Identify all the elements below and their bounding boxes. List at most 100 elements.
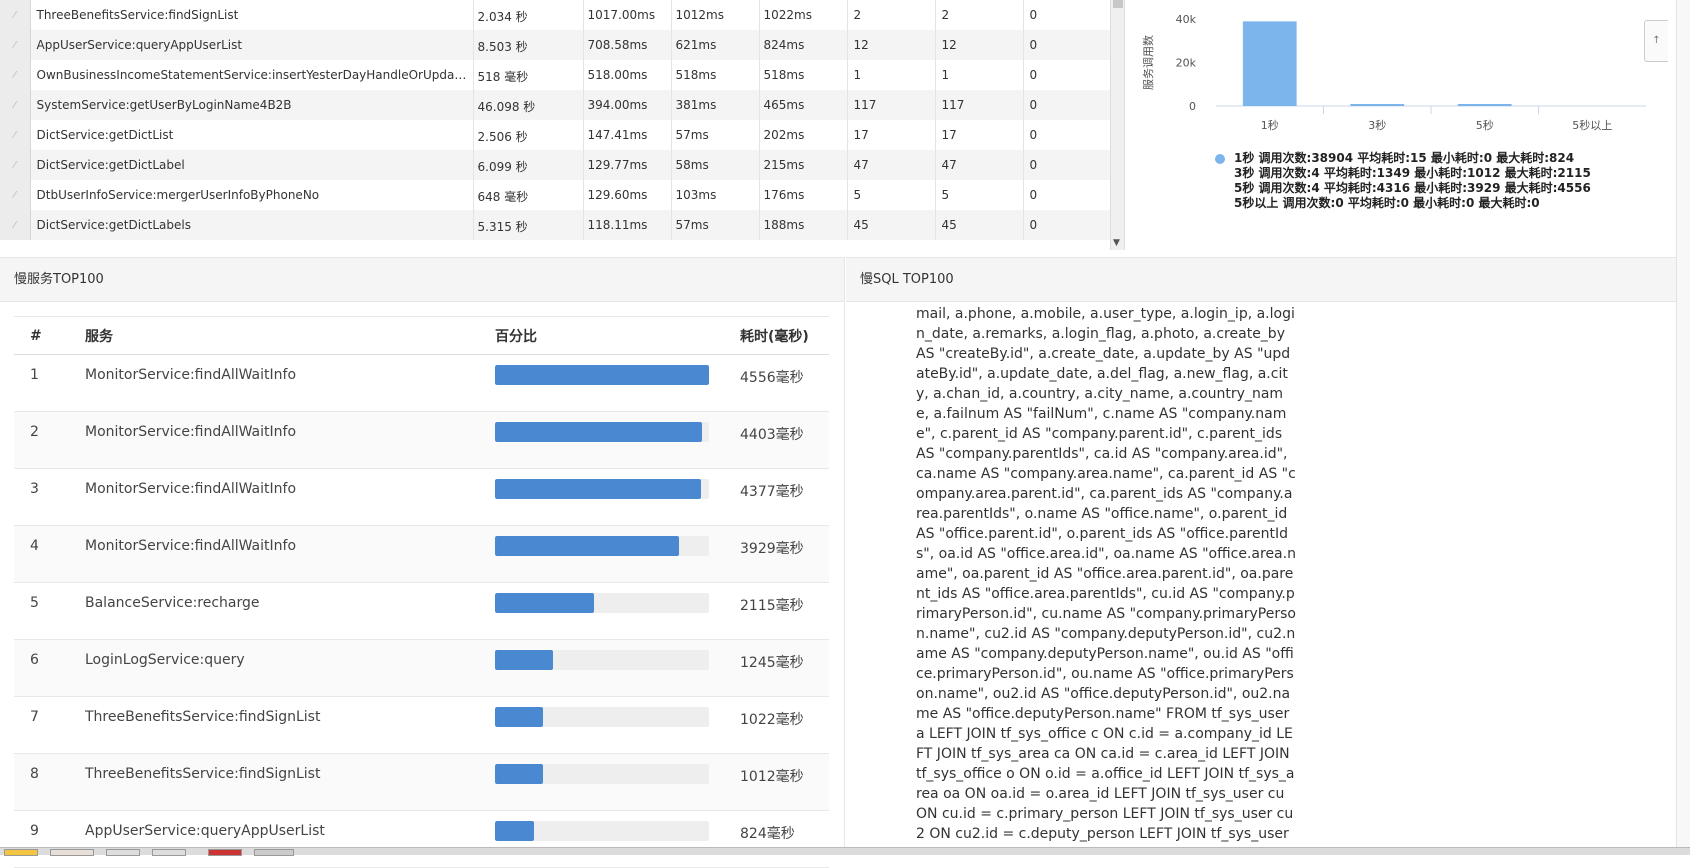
service-name-cell: AppUserService:queryAppUserList bbox=[30, 30, 474, 60]
table-row[interactable]: 5 BalanceService:recharge 2115毫秒 bbox=[14, 582, 829, 640]
row-select-checkbox[interactable]: ⁄ bbox=[0, 150, 31, 180]
table-row[interactable]: ⁄ DictService:getDictList 2.506 秒 147.41ms 5… bbox=[0, 120, 1112, 150]
rank-cell: 3 bbox=[14, 468, 69, 526]
histogram-bar[interactable] bbox=[1350, 104, 1405, 106]
table-row[interactable]: 4 MonitorService:findAllWaitInfo 3929毫秒 bbox=[14, 525, 829, 583]
avg-time-cell: 518.00ms bbox=[583, 60, 672, 90]
max-time-cell: 465ms bbox=[759, 90, 848, 120]
fail-count-cell: 0 bbox=[1023, 150, 1112, 180]
rank-cell: 2 bbox=[14, 411, 69, 469]
success-count-cell: 5 bbox=[935, 180, 1024, 210]
service-name-cell: LoginLogService:query bbox=[69, 639, 479, 697]
max-time-cell: 1022ms bbox=[759, 0, 848, 30]
row-select-checkbox[interactable]: ⁄ bbox=[0, 30, 31, 60]
percent-bar-fill bbox=[495, 707, 543, 727]
percent-bar-fill bbox=[495, 536, 680, 556]
max-time-cell: 202ms bbox=[759, 120, 848, 150]
row-select-checkbox[interactable]: ⁄ bbox=[0, 120, 31, 150]
percent-bar-fill bbox=[495, 479, 701, 499]
row-select-checkbox[interactable]: ⁄ bbox=[0, 0, 31, 30]
avg-time-cell: 1017.00ms bbox=[583, 0, 672, 30]
table-row[interactable]: ⁄ DtbUserInfoService:mergerUserInfoByPhon… bbox=[0, 180, 1112, 210]
table-row[interactable]: 1 MonitorService:findAllWaitInfo 4556毫秒 bbox=[14, 354, 829, 412]
percent-cell bbox=[479, 582, 724, 640]
response-time-histogram: 40k 20k 0 服务调用数 1秒 3秒 5秒 5秒以上 ↑ bbox=[1128, 0, 1668, 250]
histogram-bar[interactable] bbox=[1242, 21, 1297, 106]
slow-service-panel: 慢服务TOP100 # 服务 百分比 耗时(毫秒) 1 MonitorServic… bbox=[0, 257, 845, 868]
table-row[interactable]: ⁄ AppUserService:queryAppUserList 8.503 秒7… bbox=[0, 30, 1112, 60]
success-count-cell: 2 bbox=[935, 0, 1024, 30]
x-tick-label: 3秒 bbox=[1368, 118, 1386, 132]
scrollbar-thumb[interactable] bbox=[1113, 0, 1123, 8]
call-count-cell: 2 bbox=[847, 0, 936, 30]
percent-bar-fill bbox=[495, 365, 709, 385]
service-name-cell: OwnBusinessIncomeStatementService:insert… bbox=[30, 60, 474, 90]
percent-bar-track bbox=[495, 365, 709, 385]
fail-count-cell: 0 bbox=[1023, 180, 1112, 210]
page-scrollbar[interactable] bbox=[1676, 0, 1690, 847]
legend-dot-icon bbox=[1215, 154, 1225, 164]
table-row[interactable]: ⁄ SystemService:getUserByLoginName4B2B 46.… bbox=[0, 90, 1112, 120]
table-row[interactable]: 3 MonitorService:findAllWaitInfo 4377毫秒 bbox=[14, 468, 829, 526]
y-tick-label: 0 bbox=[1189, 100, 1196, 113]
service-name-cell: ThreeBenefitsService:findSignList bbox=[69, 696, 479, 754]
service-name-cell: ThreeBenefitsService:findSignList bbox=[69, 753, 479, 811]
table-row[interactable]: 7 ThreeBenefitsService:findSignList 1022毫秒 bbox=[14, 696, 829, 754]
rank-cell: 5 bbox=[14, 582, 69, 640]
percent-cell bbox=[479, 354, 724, 412]
avg-time-cell: 147.41ms bbox=[583, 120, 672, 150]
table-row[interactable]: 2 MonitorService:findAllWaitInfo 4403毫秒 bbox=[14, 411, 829, 469]
avg-time-cell: 394.00ms bbox=[583, 90, 672, 120]
scroll-down-arrow-icon[interactable]: ▼ bbox=[1113, 238, 1120, 248]
table-scrollbar[interactable]: ▼ bbox=[1110, 0, 1124, 250]
table-row[interactable]: 9 AppUserService:queryAppUserList 824毫秒 bbox=[14, 810, 829, 868]
legend-label: 5秒以上 调用次数:0 平均耗时:0 最小耗时:0 最大耗时:0 bbox=[1234, 196, 1540, 210]
fail-count-cell: 0 bbox=[1023, 30, 1112, 60]
legend-item[interactable]: 5秒 调用次数:4 平均耗时:4316 最小耗时:3929 最大耗时:4556 bbox=[1210, 181, 1591, 196]
min-time-cell: 381ms bbox=[671, 90, 760, 120]
service-name-cell: DictService:getDictList bbox=[30, 120, 474, 150]
duration-cell: 1022毫秒 bbox=[724, 696, 829, 754]
percent-cell bbox=[479, 411, 724, 469]
service-name-cell: DtbUserInfoService:mergerUserInfoByPhone… bbox=[30, 180, 474, 210]
legend-item[interactable]: 5秒以上 调用次数:0 平均耗时:0 最小耗时:0 最大耗时:0 bbox=[1210, 196, 1591, 211]
service-name-cell: AppUserService:queryAppUserList bbox=[69, 810, 479, 868]
legend-label: 3秒 调用次数:4 平均耗时:1349 最小耗时:1012 最大耗时:2115 bbox=[1234, 166, 1591, 180]
avg-time-cell: 708.58ms bbox=[583, 30, 672, 60]
duration-cell: 2115毫秒 bbox=[724, 582, 829, 640]
rank-cell: 7 bbox=[14, 696, 69, 754]
service-name-cell: BalanceService:recharge bbox=[69, 582, 479, 640]
col-num-header: # bbox=[14, 316, 69, 355]
percent-bar-fill bbox=[495, 650, 554, 670]
chart-menu-button[interactable]: ↑ bbox=[1644, 20, 1668, 62]
total-time-cell: 5.315 秒 bbox=[473, 210, 584, 240]
success-count-cell: 47 bbox=[935, 150, 1024, 180]
legend-item[interactable]: 1秒 调用次数:38904 平均耗时:15 最小耗时:0 最大耗时:824 bbox=[1210, 151, 1591, 166]
service-name-cell: MonitorService:findAllWaitInfo bbox=[69, 525, 479, 583]
row-select-checkbox[interactable]: ⁄ bbox=[0, 210, 31, 240]
table-row[interactable]: ⁄ DictService:getDictLabel 6.099 秒 129.77ms… bbox=[0, 150, 1112, 180]
legend-item[interactable]: 3秒 调用次数:4 平均耗时:1349 最小耗时:1012 最大耗时:2115 bbox=[1210, 166, 1591, 181]
x-tick-label: 5秒以上 bbox=[1572, 118, 1612, 132]
success-count-cell: 12 bbox=[935, 30, 1024, 60]
fail-count-cell: 0 bbox=[1023, 120, 1112, 150]
duration-cell: 4377毫秒 bbox=[724, 468, 829, 526]
table-row[interactable]: ⁄ OwnBusinessIncomeStatementService:inser… bbox=[0, 60, 1112, 90]
table-row[interactable]: ⁄ DictService:getDictLabels 5.315 秒 118.11m… bbox=[0, 210, 1112, 240]
service-name-cell: MonitorService:findAllWaitInfo bbox=[69, 468, 479, 526]
service-name-cell: DictService:getDictLabel bbox=[30, 150, 474, 180]
row-select-checkbox[interactable]: ⁄ bbox=[0, 180, 31, 210]
percent-bar-fill bbox=[495, 422, 702, 442]
total-time-cell: 8.503 秒 bbox=[473, 30, 584, 60]
call-count-cell: 5 bbox=[847, 180, 936, 210]
percent-bar-track bbox=[495, 650, 709, 670]
table-row[interactable]: ⁄ ThreeBenefitsService:findSignList 2.034 … bbox=[0, 0, 1112, 30]
row-select-checkbox[interactable]: ⁄ bbox=[0, 90, 31, 120]
table-row[interactable]: 8 ThreeBenefitsService:findSignList 1012毫秒 bbox=[14, 753, 829, 811]
table-row[interactable]: 6 LoginLogService:query 1245毫秒 bbox=[14, 639, 829, 697]
row-select-checkbox[interactable]: ⁄ bbox=[0, 60, 31, 90]
percent-bar-track bbox=[495, 821, 709, 841]
x-tick-label: 1秒 bbox=[1261, 118, 1279, 132]
histogram-bar[interactable] bbox=[1457, 104, 1512, 106]
histogram-legend: 1秒 调用次数:38904 平均耗时:15 最小耗时:0 最大耗时:824 3秒 … bbox=[1210, 151, 1591, 211]
